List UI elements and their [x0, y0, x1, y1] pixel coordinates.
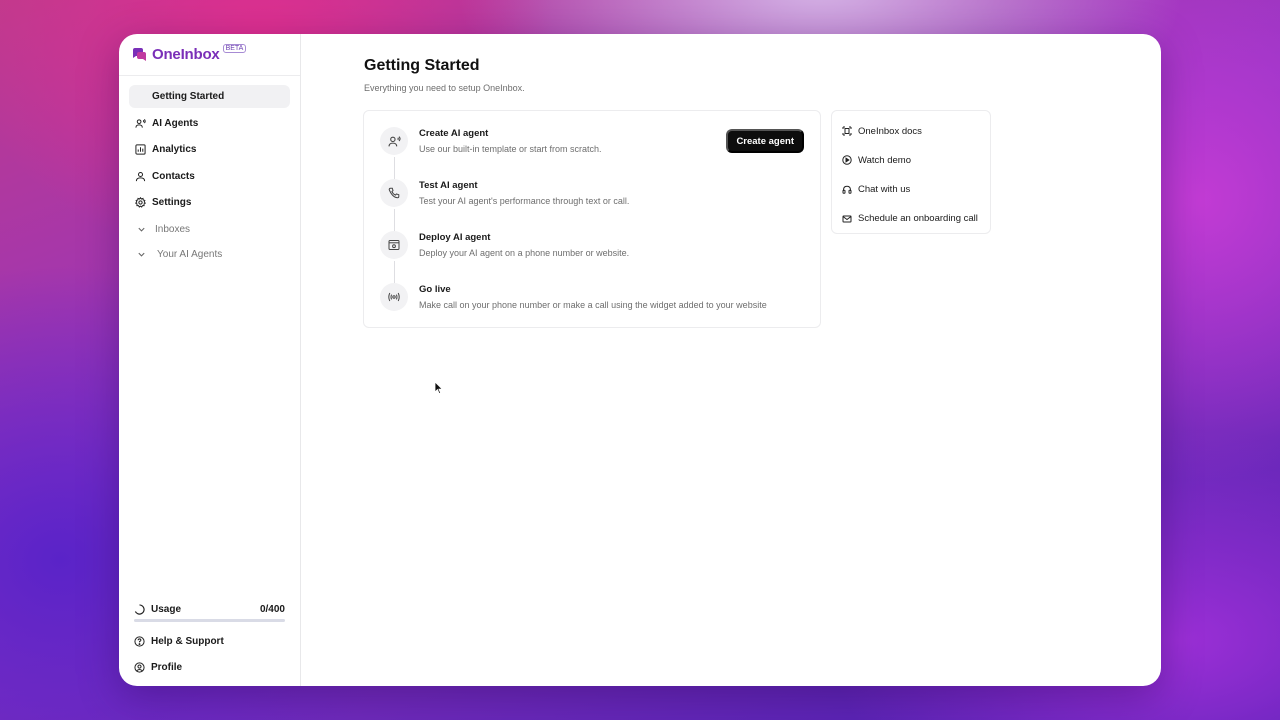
beta-badge: BETA [222, 44, 247, 53]
step-description: Use our built-in template or start from … [419, 144, 602, 154]
resource-label: Chat with us [858, 184, 911, 196]
step-connector [394, 209, 395, 231]
sidebar-item-contacts[interactable]: Contacts [129, 165, 290, 188]
step-go-live: Go live Make call on your phone number o… [380, 283, 767, 311]
step-title: Go live [419, 284, 451, 295]
step-test-agent: Test AI agent Test your AI agent's perfo… [380, 179, 629, 207]
step-description: Make call on your phone number or make a… [419, 300, 767, 310]
headset-icon [842, 185, 852, 195]
page-title: Getting Started [364, 57, 480, 74]
oneinbox-docs-link[interactable]: OneInbox docs [832, 122, 990, 140]
broadcast-icon [380, 283, 408, 311]
watch-demo-link[interactable]: Watch demo [832, 151, 990, 169]
chat-with-us-link[interactable]: Chat with us [832, 181, 990, 199]
sidebar-item-ai-agents[interactable]: AI Agents [129, 112, 290, 135]
usage-ring-icon [134, 603, 145, 615]
step-connector [394, 261, 395, 283]
resources-card: OneInbox docs Watch demo Chat with us Sc… [831, 110, 991, 234]
page-subtitle: Everything you need to setup OneInbox. [364, 83, 525, 93]
app-window: OneInbox BETA Getting Started AI Agents … [119, 34, 1161, 686]
main-content: Getting Started Everything you need to s… [301, 34, 1161, 686]
section-label: Inboxes [155, 224, 191, 235]
resource-label: OneInbox docs [858, 125, 922, 137]
help-support-label: Help & Support [151, 635, 224, 647]
brand[interactable]: OneInbox BETA [119, 34, 300, 76]
create-agent-button[interactable]: Create agent [726, 129, 804, 153]
mail-icon [842, 214, 852, 224]
chevron-down-icon [137, 225, 146, 234]
step-title: Test AI agent [419, 180, 478, 191]
resource-label: Schedule an onboarding call [858, 213, 978, 225]
play-icon [842, 155, 852, 165]
section-label: Your AI Agents [157, 248, 223, 260]
user-voice-icon [380, 127, 408, 155]
help-circle-icon [134, 635, 145, 647]
step-create-agent: Create AI agent Use our built-in templat… [380, 127, 602, 155]
step-deploy-agent: Deploy AI agent Deploy your AI agent on … [380, 231, 629, 259]
sidebar-item-label: Contacts [152, 170, 195, 182]
usage-label: Usage [151, 603, 182, 615]
user-voice-icon [135, 118, 146, 129]
sidebar-footer: Usage 0/400 Help & Support Profile [134, 602, 285, 686]
brand-name: OneInbox [152, 46, 220, 63]
schedule-onboarding-link[interactable]: Schedule an onboarding call [832, 210, 990, 228]
step-title: Deploy AI agent [419, 232, 491, 243]
usage-count: 0/400 [259, 603, 285, 615]
step-description: Deploy your AI agent on a phone number o… [419, 248, 630, 258]
oneinbox-logo-icon [133, 47, 146, 61]
docs-icon [842, 126, 852, 136]
phone-icon [380, 179, 408, 207]
setup-steps-card: Create AI agent Use our built-in templat… [363, 110, 821, 328]
chart-icon [135, 144, 146, 155]
step-title: Create AI agent [419, 128, 489, 139]
section-your-ai-agents[interactable]: Your AI Agents [129, 243, 290, 266]
help-support-link[interactable]: Help & Support [134, 634, 285, 648]
sidebar-item-label: Getting Started [152, 91, 225, 102]
section-inboxes[interactable]: Inboxes [129, 218, 290, 241]
usage-row[interactable]: Usage 0/400 [134, 602, 285, 616]
sidebar-item-settings[interactable]: Settings [129, 191, 290, 214]
resource-label: Watch demo [858, 154, 911, 166]
gear-icon [135, 197, 146, 208]
sidebar-item-label: AI Agents [152, 117, 199, 129]
profile-link[interactable]: Profile [134, 660, 285, 674]
chevron-down-icon [137, 250, 146, 259]
sidebar-item-getting-started[interactable]: Getting Started [129, 85, 290, 108]
sidebar-item-label: Settings [152, 197, 192, 208]
sidebar-item-label: Analytics [152, 144, 197, 155]
person-icon [135, 171, 146, 182]
mouse-cursor-icon [434, 381, 443, 395]
profile-label: Profile [151, 661, 183, 673]
step-connector [394, 157, 395, 179]
sidebar: OneInbox BETA Getting Started AI Agents … [119, 34, 301, 686]
step-description: Test your AI agent's performance through… [419, 196, 630, 206]
usage-progress-bar [134, 619, 285, 622]
sidebar-item-analytics[interactable]: Analytics [129, 138, 290, 161]
profile-circle-icon [134, 661, 145, 673]
browser-icon [380, 231, 408, 259]
sidebar-nav: Getting Started AI Agents Analytics Cont… [119, 76, 300, 266]
